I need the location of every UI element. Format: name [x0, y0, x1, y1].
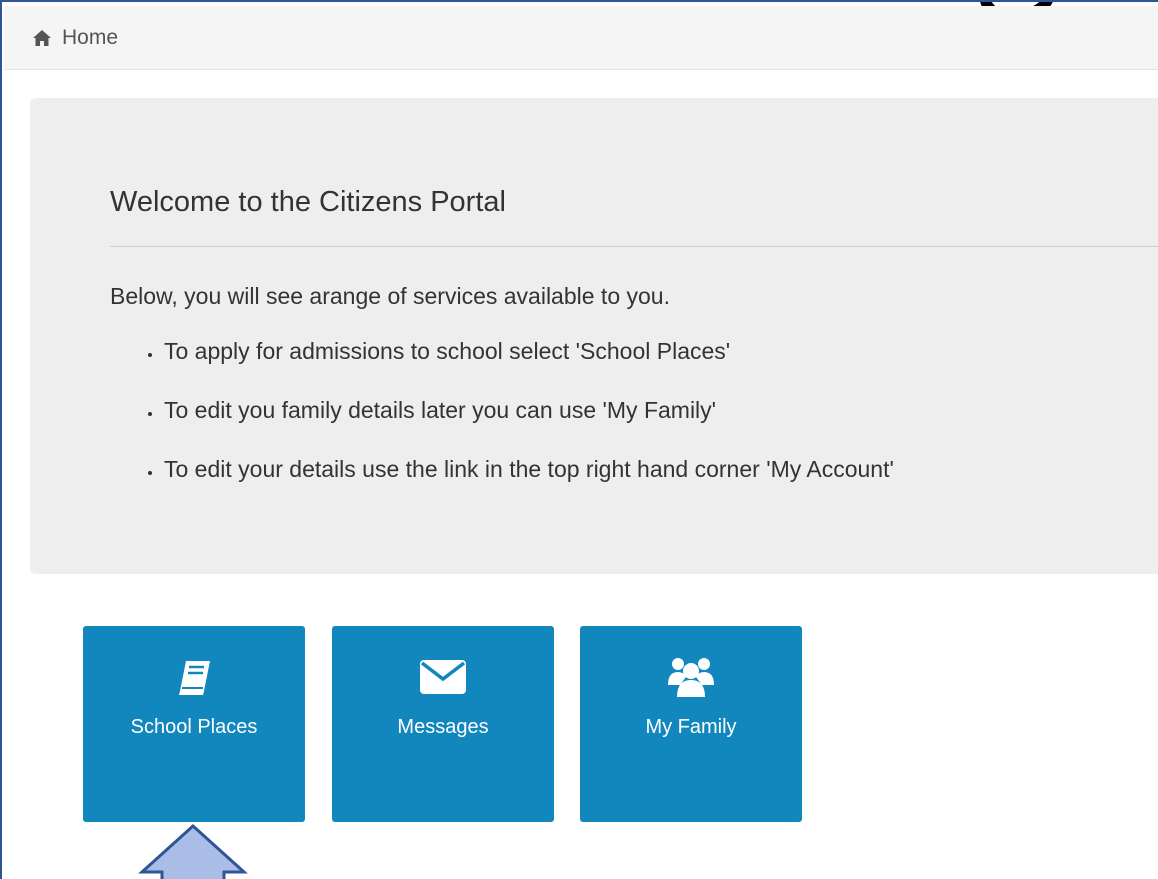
instructions-list: To apply for admissions to school select… — [148, 338, 894, 515]
school-places-tile[interactable]: School Places — [83, 626, 305, 822]
my-family-tile[interactable]: My Family — [580, 626, 802, 822]
title-divider — [110, 246, 1158, 247]
book-icon — [169, 656, 219, 698]
list-item: To edit you family details later you can… — [148, 397, 894, 456]
envelope-icon — [418, 656, 468, 698]
tile-label: Messages — [397, 716, 489, 738]
breadcrumb-bar: Home — [4, 6, 1158, 70]
intro-text: Below, you will see arange of services a… — [110, 283, 670, 309]
users-icon — [666, 656, 716, 698]
page-title: Welcome to the Citizens Portal — [110, 186, 506, 218]
breadcrumb[interactable]: Home — [32, 26, 118, 50]
page-frame: Home Welcome to the Citizens Portal Belo… — [0, 0, 1158, 879]
list-item: To apply for admissions to school select… — [148, 338, 894, 397]
messages-tile[interactable]: Messages — [332, 626, 554, 822]
tile-label: My Family — [645, 716, 737, 738]
home-icon — [32, 29, 52, 47]
breadcrumb-home-label[interactable]: Home — [62, 26, 118, 50]
tile-label: School Places — [130, 716, 258, 738]
welcome-panel: Welcome to the Citizens Portal Below, yo… — [30, 98, 1158, 574]
list-item: To edit your details use the link in the… — [148, 456, 894, 515]
pointer-arrow-annotation — [112, 823, 282, 879]
